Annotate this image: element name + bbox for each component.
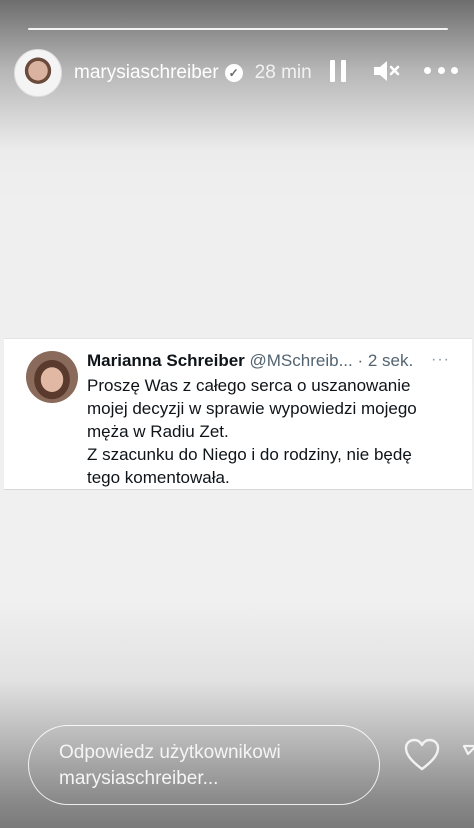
tweet-author-handle: @MSchreib...: [249, 351, 353, 370]
reply-input[interactable]: Odpowiedz użytkownikowi marysiaschreiber…: [28, 725, 380, 805]
tweet-author-name: Marianna Schreiber: [87, 351, 245, 370]
tweet-line: Z szacunku do Niego i do rodziny, nie bę…: [87, 445, 412, 464]
dot: [437, 66, 445, 74]
story-viewer: marysiaschreiber ✓ 28 min Marianna Schre…: [0, 0, 474, 828]
story-time: 28 min: [254, 62, 312, 83]
dot: [424, 66, 431, 74]
tweet-timestamp: · 2 sek.: [357, 351, 414, 370]
story-header: marysiaschreiber ✓ 28 min: [14, 48, 464, 98]
progress-segment: [28, 28, 448, 30]
story-progress-bar: [28, 28, 448, 30]
more-horizontal-icon[interactable]: [424, 60, 458, 80]
tweet-header: Marianna Schreiber @MSchreib... · 2 sek.: [87, 351, 413, 371]
tweet-author-avatar: [26, 351, 78, 403]
pause-icon[interactable]: [330, 60, 346, 82]
tweet-card: Marianna Schreiber @MSchreib... · 2 sek.…: [4, 338, 472, 490]
tweet-line: mojej decyzji w sprawie wypowiedzi mojeg…: [87, 399, 417, 418]
username[interactable]: marysiaschreiber: [74, 62, 219, 84]
verified-badge-icon: ✓: [224, 64, 243, 82]
tweet-more-icon: ···: [431, 351, 450, 368]
tweet-line: Proszę Was z całego serca o uszanowanie: [87, 376, 411, 395]
tweet-line: męża w Radiu Zet.: [87, 422, 229, 441]
dot: [451, 66, 458, 74]
send-icon[interactable]: [462, 740, 474, 770]
tweet-line: tego komentowała.: [87, 468, 230, 487]
heart-icon[interactable]: [404, 738, 440, 772]
tweet-text: Proszę Was z całego serca o uszanowanie …: [87, 374, 447, 489]
speaker-muted-icon[interactable]: [372, 58, 400, 84]
avatar[interactable]: [14, 49, 62, 97]
